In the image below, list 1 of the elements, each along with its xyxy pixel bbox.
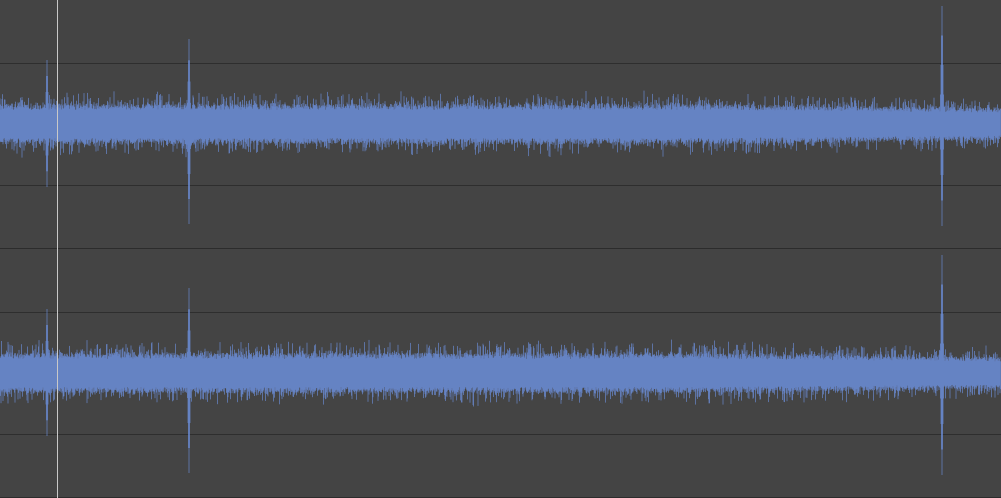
playhead-line[interactable] [57, 0, 58, 498]
